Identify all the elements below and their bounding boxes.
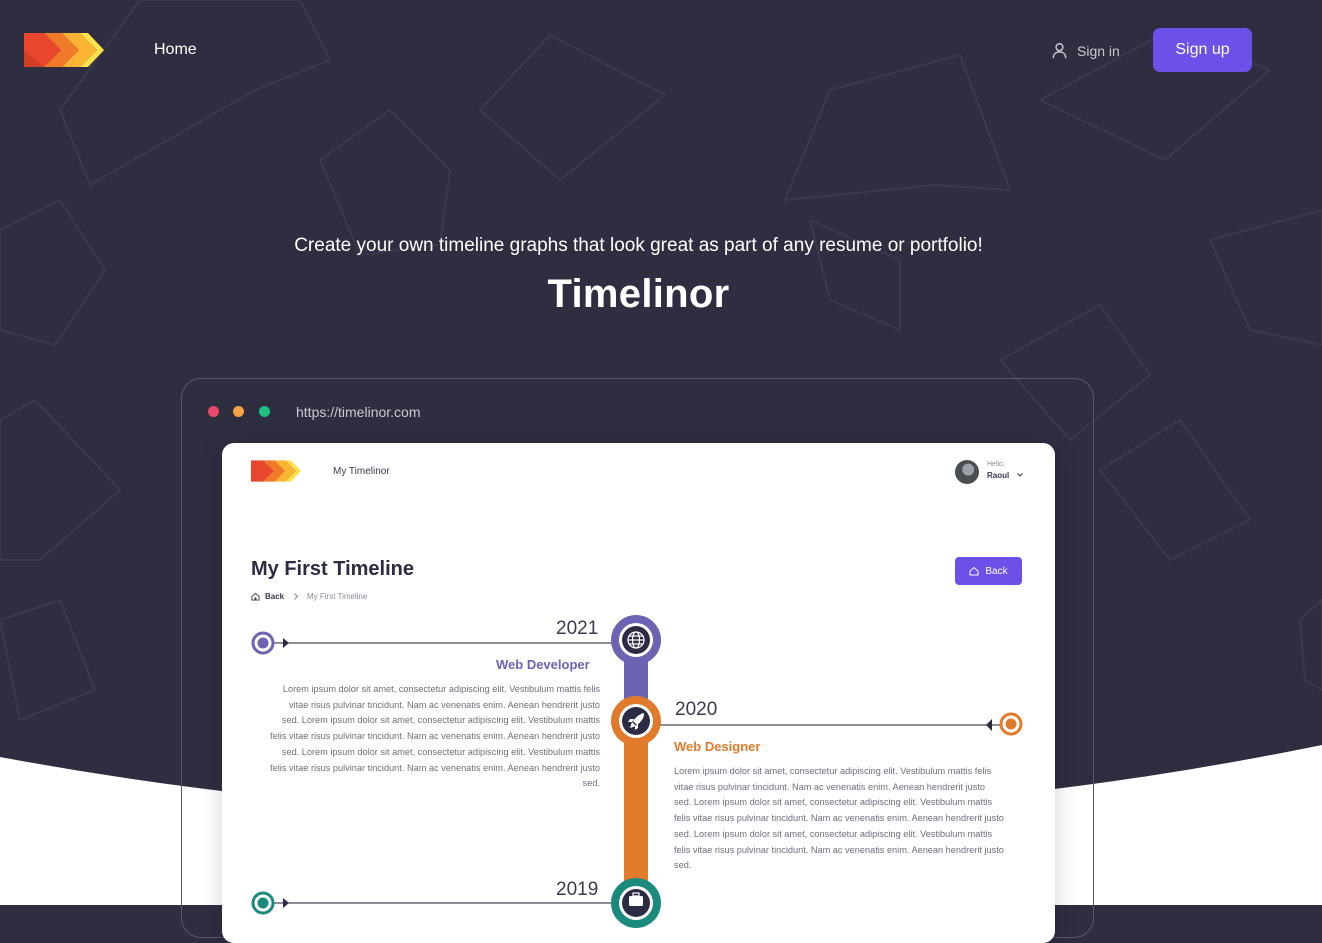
window-maximize-dot (259, 406, 270, 417)
timeline-node-2019 (611, 878, 661, 928)
app-preview: My Timelinor Hello, Raoul My First Timel… (222, 443, 1055, 943)
entry-role-2020: Web Designer (674, 739, 761, 754)
browser-url: https://timelinor.com (296, 404, 421, 420)
arrow-right-icon (283, 898, 289, 908)
window-minimize-dot (233, 406, 244, 417)
timeline-node-2020 (611, 696, 661, 746)
timeline-node-2021 (611, 615, 661, 665)
nav-home-link[interactable]: Home (154, 41, 197, 59)
signin-link[interactable]: Sign in (1050, 41, 1120, 60)
timelinor-logo[interactable] (24, 33, 104, 67)
arrow-right-icon (283, 638, 289, 648)
signin-label: Sign in (1077, 42, 1120, 59)
window-close-dot (208, 406, 219, 417)
entry-role-2021: Web Developer (496, 657, 590, 672)
arrow-left-icon (986, 719, 992, 731)
timeline-track-segment (624, 733, 648, 893)
hero-title: Timelinor (547, 272, 730, 316)
entry-description-2021: Lorem ipsum dolor sit amet, consectetur … (270, 684, 600, 789)
entry-year-2021: 2021 (556, 618, 599, 639)
entry-year-2019: 2019 (556, 879, 599, 900)
hero-subtitle: Create your own timeline graphs that loo… (294, 235, 983, 256)
signup-button[interactable]: Sign up (1153, 28, 1252, 72)
user-icon (1052, 42, 1067, 59)
entry-description-2020: Lorem ipsum dolor sit amet, consectetur … (674, 766, 1004, 871)
entry-year-2020: 2020 (675, 699, 718, 720)
